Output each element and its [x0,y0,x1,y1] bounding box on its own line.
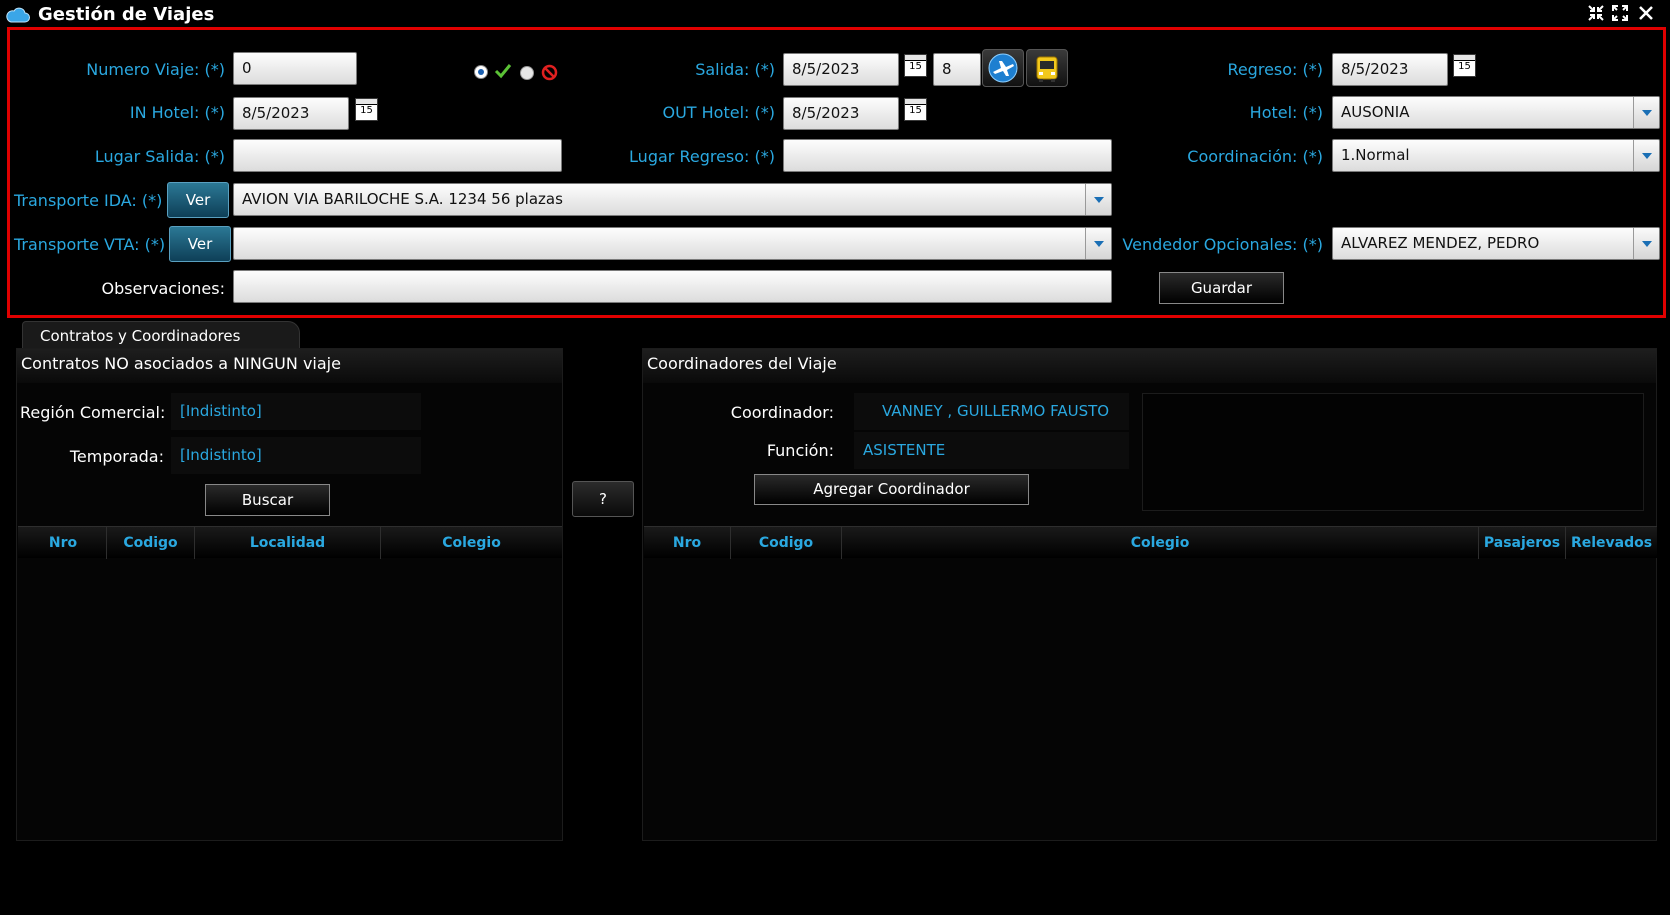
radio-selected[interactable] [474,65,488,79]
minimize-icon[interactable] [1586,4,1606,24]
lugar-regreso-input[interactable] [783,139,1112,172]
contratos-header: Contratos NO asociados a NINGUN viaje [17,349,562,383]
coordinator-photo-placeholder [1142,393,1644,511]
hotel-select[interactable]: AUSONIA [1332,96,1660,129]
column-header[interactable]: Localidad [195,527,381,559]
transporte-ida-select[interactable]: AVION VIA BARILOCHE S.A. 1234 56 plazas [233,183,1112,216]
buscar-button[interactable]: Buscar [205,484,330,516]
in-hotel-date-input[interactable]: 8/5/2023 [233,97,349,130]
coordinadores-grid-header: Nro Codigo Colegio Pasajeros Relevados [644,526,1657,559]
coordinacion-label: Coordinación: (*) [1187,147,1323,166]
check-icon[interactable] [494,62,512,80]
bus-button[interactable] [1026,49,1068,87]
vendedor-value: ALVAREZ MENDEZ, PEDRO [1341,234,1540,252]
hotel-value: AUSONIA [1341,103,1410,121]
column-header[interactable]: Colegio [842,527,1479,559]
salida-date-input[interactable]: 8/5/2023 [783,53,899,86]
out-hotel-calendar-icon[interactable]: 15 [904,98,927,121]
column-header[interactable]: Pasajeros [1479,527,1566,559]
maximize-icon[interactable] [1610,4,1630,24]
chevron-down-icon[interactable] [1633,97,1659,128]
radio-unselected[interactable] [520,66,534,80]
temporada-value[interactable]: [Indistinto] [171,437,421,474]
transporte-ida-label: Transporte IDA: (*) [14,191,163,210]
out-hotel-label: OUT Hotel: (*) [662,103,775,122]
transporte-ida-ver-button[interactable]: Ver [167,182,229,218]
region-value[interactable]: [Indistinto] [171,393,421,430]
funcion-label: Función: [766,441,834,460]
lugar-salida-label: Lugar Salida: (*) [94,147,225,166]
numero-viaje-input[interactable]: 0 [233,52,357,85]
transporte-vta-select[interactable] [233,227,1112,260]
forbidden-icon[interactable] [541,64,558,81]
in-hotel-calendar-icon[interactable]: 15 [355,98,378,121]
transporte-vta-ver-button[interactable]: Ver [169,226,231,262]
bus-icon [1036,56,1058,82]
chevron-down-icon[interactable] [1085,228,1111,259]
lugar-regreso-label: Lugar Regreso: (*) [629,147,775,166]
transporte-vta-label: Transporte VTA: (*) [14,235,166,254]
close-icon[interactable] [1636,4,1656,24]
salida-days-input[interactable]: 8 [933,53,981,86]
tab-contratos-coordinadores[interactable]: Contratos y Coordinadores asociados [22,321,300,373]
out-hotel-date-input[interactable]: 8/5/2023 [783,97,899,130]
regreso-date-input[interactable]: 8/5/2023 [1332,53,1448,86]
chevron-down-icon[interactable] [1633,228,1659,259]
column-header[interactable]: Nro [644,527,731,559]
vendedor-label: Vendedor Opcionales: (*) [1122,235,1323,254]
numero-viaje-label: Numero Viaje: (*) [86,60,225,79]
airplane-button[interactable] [982,49,1024,87]
airplane-icon [988,53,1018,83]
salida-label: Salida: (*) [695,60,775,79]
temporada-label: Temporada: [69,447,164,466]
column-header[interactable]: Colegio [381,527,562,559]
window-title: Gestión de Viajes [38,4,215,25]
column-header[interactable]: Relevados [1566,527,1657,559]
transporte-ida-value: AVION VIA BARILOCHE S.A. 1234 56 plazas [242,190,563,208]
regreso-label: Regreso: (*) [1227,60,1323,79]
cloud-icon [6,7,30,23]
funcion-value[interactable]: ASISTENTE [854,432,1129,469]
coordinador-value[interactable]: VANNEY , GUILLERMO FAUSTO [854,393,1129,430]
contratos-grid-header: Nro Codigo Localidad Colegio [18,526,562,559]
salida-calendar-icon[interactable]: 15 [904,54,927,77]
observaciones-input[interactable] [233,270,1112,303]
agregar-coordinador-button[interactable]: Agregar Coordinador [754,474,1029,505]
coordinacion-select[interactable]: 1.Normal [1332,139,1660,172]
region-label: Región Comercial: [20,403,166,422]
coordinador-label: Coordinador: [730,403,834,422]
lugar-salida-input[interactable] [233,139,562,172]
hotel-label: Hotel: (*) [1249,103,1323,122]
title-bar: Gestión de Viajes [0,0,1670,26]
coordinacion-value: 1.Normal [1341,146,1410,164]
chevron-down-icon[interactable] [1633,140,1659,171]
vendedor-select[interactable]: ALVAREZ MENDEZ, PEDRO [1332,227,1660,260]
help-button[interactable]: ? [572,481,634,517]
observaciones-label: Observaciones: [101,279,225,298]
coordinadores-header: Coordinadores del Viaje [643,349,1656,383]
regreso-calendar-icon[interactable]: 15 [1453,54,1476,77]
column-header[interactable]: Codigo [107,527,195,559]
column-header[interactable]: Codigo [731,527,842,559]
guardar-button[interactable]: Guardar [1159,272,1284,304]
in-hotel-label: IN Hotel: (*) [129,103,225,122]
chevron-down-icon[interactable] [1085,184,1111,215]
column-header[interactable]: Nro [20,527,107,559]
